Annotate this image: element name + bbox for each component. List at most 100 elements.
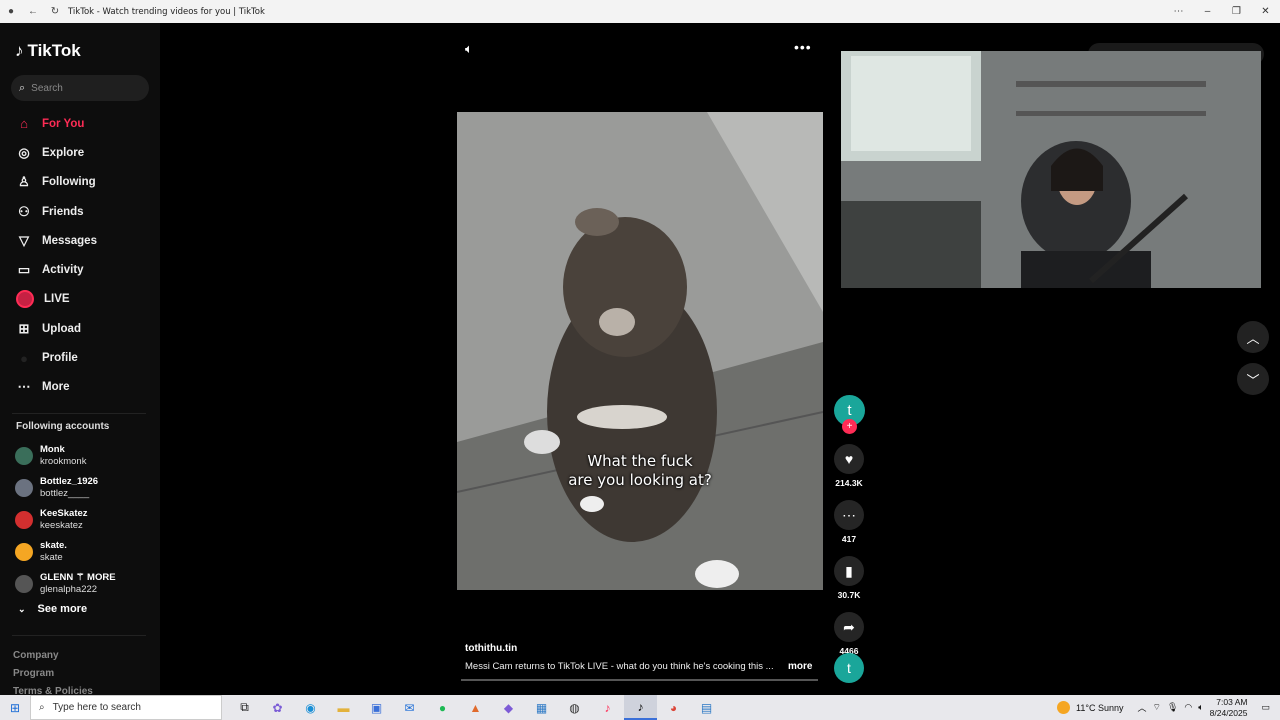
- account-item[interactable]: Bottlez_1926 bottlez____: [0, 472, 160, 504]
- back-icon[interactable]: ←: [22, 0, 44, 23]
- video-frame-dog: [457, 112, 823, 590]
- search-icon: ⌕: [39, 702, 45, 713]
- follow-plus-icon[interactable]: +: [842, 419, 857, 434]
- chrome-icon[interactable]: ◕: [657, 695, 690, 720]
- app-icon-blue[interactable]: ▦: [525, 695, 558, 720]
- browser-menu-icon[interactable]: ⋯: [1164, 0, 1193, 23]
- creator-avatar[interactable]: t +: [834, 395, 865, 434]
- music-disc-avatar[interactable]: t: [834, 653, 864, 683]
- notifications-icon[interactable]: ▭: [1261, 702, 1270, 713]
- search-input[interactable]: ⌕ Search: [11, 75, 149, 101]
- restore-icon[interactable]: ❐: [1222, 0, 1251, 23]
- webcam-frame: [841, 51, 1261, 288]
- clock[interactable]: 7:03 AM 8/24/2025: [1210, 697, 1248, 719]
- footer-links: Company Program Terms & Policies: [13, 647, 93, 701]
- account-item[interactable]: KeeSkatez keeskatez: [0, 504, 160, 536]
- chevron-down-icon: ⌄: [18, 603, 26, 614]
- video-player[interactable]: What the fuck are you looking at?: [457, 112, 823, 590]
- share-action[interactable]: ➦ 4466: [832, 612, 866, 656]
- app-icon-window[interactable]: ▤: [690, 695, 723, 720]
- copilot-icon[interactable]: ✿: [261, 695, 294, 720]
- wifi-icon[interactable]: ◠: [1184, 702, 1192, 713]
- app-icon-orange[interactable]: ▲: [459, 695, 492, 720]
- tiktok-app: ♪ TikTok ⌕ Search ⌂ For You ◎ Explore ♙ …: [0, 23, 1280, 697]
- next-video-button[interactable]: ﹀: [1237, 363, 1269, 395]
- sidebar-item-upload[interactable]: ⊞ Upload: [0, 314, 160, 343]
- footer-link-company[interactable]: Company: [13, 647, 93, 665]
- sidebar-item-messages[interactable]: ▽ Messages: [0, 226, 160, 255]
- webcam-overlay: [841, 51, 1261, 288]
- see-more-button[interactable]: ⌄ See more: [18, 603, 87, 615]
- sidebar-item-profile[interactable]: ● Profile: [0, 343, 160, 372]
- footer-link-program[interactable]: Program: [13, 665, 93, 683]
- like-action[interactable]: ♥ 214.3K: [832, 444, 866, 488]
- sidebar-nav: ⌂ For You ◎ Explore ♙ Following ⚇ Friend…: [0, 109, 160, 402]
- comment-count: 417: [841, 534, 857, 544]
- comment-action[interactable]: ⋯ 417: [832, 500, 866, 544]
- account-item[interactable]: Monk krookmonk: [0, 440, 160, 472]
- search-icon: ⌕: [19, 81, 26, 94]
- chevron-down-icon: ﹀: [1246, 372, 1260, 388]
- taskbar-search-input[interactable]: ⌕ Type here to search: [30, 695, 222, 720]
- music-disc-initial: t: [847, 660, 851, 676]
- file-explorer-icon[interactable]: ▬: [327, 695, 360, 720]
- heart-icon[interactable]: ♥: [834, 444, 864, 474]
- account-name: Monk: [40, 444, 65, 455]
- sidebar-item-for-you[interactable]: ⌂ For You: [0, 109, 160, 138]
- network-icon[interactable]: ⌔: [1152, 702, 1160, 713]
- outlook-icon[interactable]: ✉: [393, 695, 426, 720]
- account-name: KeeSkatez: [40, 508, 88, 519]
- sidebar-item-explore[interactable]: ◎ Explore: [0, 138, 160, 167]
- message-square-icon: ▭: [17, 262, 31, 278]
- tray-chevron-icon[interactable]: ︿: [1137, 701, 1146, 714]
- obs-icon[interactable]: ◍: [558, 695, 591, 720]
- account-item[interactable]: GLENN ⚚ MORE glenalpha222: [0, 568, 160, 600]
- home-icon: ⌂: [20, 116, 28, 132]
- video-progress-bar[interactable]: [461, 679, 818, 681]
- see-more-label: See more: [37, 603, 88, 615]
- save-action[interactable]: ▮ 30.7K: [832, 556, 866, 600]
- system-tray: 11°C Sunny ︿ ⌔ 🎙︎ ◠ 🔈︎ 7:03 AM 8/24/2025…: [1057, 695, 1280, 720]
- close-icon[interactable]: ✕: [1251, 0, 1280, 23]
- minimize-icon[interactable]: –: [1193, 0, 1222, 23]
- bookmark-icon[interactable]: ▮: [834, 556, 864, 586]
- account-handle: keeskatez: [40, 520, 83, 531]
- tiktok-logo[interactable]: ♪ TikTok: [15, 41, 81, 61]
- speaker-icon[interactable]: 🔈︎: [1198, 702, 1203, 713]
- discord-icon[interactable]: ◆: [492, 695, 525, 720]
- sidebar-item-activity[interactable]: ▭ Activity: [0, 255, 160, 284]
- sidebar-item-label: Upload: [42, 322, 81, 335]
- windows-start-icon[interactable]: ⊞: [0, 695, 30, 720]
- account-handle: skate: [40, 552, 63, 563]
- store-icon[interactable]: ▣: [360, 695, 393, 720]
- reload-icon[interactable]: ↻: [44, 0, 66, 23]
- following-accounts-list: Monk krookmonk Bottlez_1926 bottlez____ Ke…: [0, 440, 160, 600]
- share-icon[interactable]: ➦: [834, 612, 864, 642]
- volume-icon[interactable]: 🔈︎: [465, 41, 473, 57]
- caption-line-1: What the fuck: [587, 452, 693, 470]
- tiktok-active-taskbar-icon[interactable]: ♪: [624, 695, 657, 720]
- account-item[interactable]: skate. skate: [0, 536, 160, 568]
- live-icon: [16, 290, 34, 309]
- sidebar-item-label: For You: [42, 117, 85, 130]
- microphone-icon[interactable]: 🎙︎: [1167, 702, 1178, 713]
- weather-text[interactable]: 11°C Sunny: [1076, 703, 1123, 713]
- spotify-icon[interactable]: ●: [426, 695, 459, 720]
- avatar: [15, 511, 33, 529]
- sidebar-item-friends[interactable]: ⚇ Friends: [0, 197, 160, 226]
- video-author[interactable]: tothithu.tin: [465, 643, 517, 654]
- creator-initial: t: [847, 402, 852, 419]
- account-name: skate.: [40, 540, 67, 551]
- task-view-icon[interactable]: ⧉: [228, 695, 261, 720]
- edge-icon[interactable]: ◉: [294, 695, 327, 720]
- sidebar-item-following[interactable]: ♙ Following: [0, 168, 160, 197]
- sidebar-item-more[interactable]: ⋯ More: [0, 373, 160, 402]
- video-options-icon[interactable]: •••: [794, 39, 812, 55]
- description-more-button[interactable]: more: [788, 661, 812, 672]
- sidebar-item-live[interactable]: LIVE: [0, 285, 160, 314]
- sidebar-item-label: Activity: [42, 264, 84, 277]
- tiktok-taskbar-icon[interactable]: ♪: [591, 695, 624, 720]
- comment-icon[interactable]: ⋯: [834, 500, 864, 530]
- previous-video-button[interactable]: ︿: [1237, 321, 1269, 353]
- more-dots-icon: ⋯: [17, 379, 31, 395]
